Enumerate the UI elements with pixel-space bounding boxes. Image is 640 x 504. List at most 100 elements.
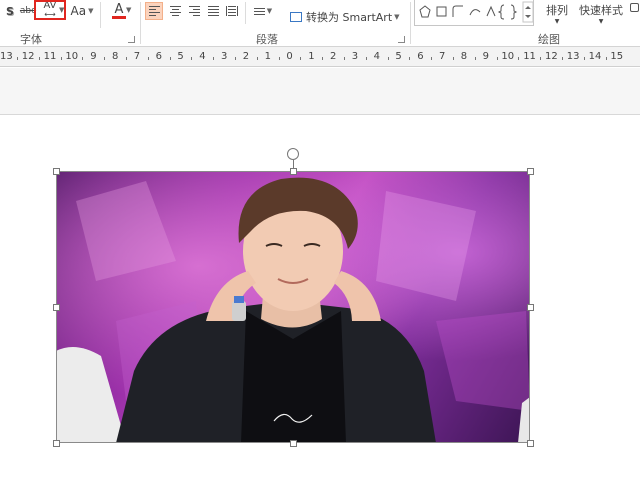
shapes-icon: [419, 1, 534, 23]
ruler-tick-label: 5: [395, 51, 402, 62]
ruler-tick-label: 6: [417, 51, 424, 62]
font-group-label: 字体: [20, 33, 42, 46]
divider: [100, 2, 101, 28]
distributed-icon: [226, 6, 238, 16]
ruler-tick-label: 9: [90, 51, 97, 62]
ruler-tick-label: 3: [351, 51, 359, 62]
ruler-minor-tick: [256, 57, 258, 60]
ruler-tick-label: 12: [21, 51, 35, 62]
paragraph-dialog-launcher-icon[interactable]: [398, 36, 405, 43]
ruler-tick-label: 8: [460, 51, 468, 62]
ruler-tick-label: 4: [199, 51, 206, 62]
ruler-minor-tick: [605, 57, 607, 60]
divider: [140, 2, 141, 44]
selection-frame: [56, 171, 530, 443]
ruler-minor-tick: [518, 57, 520, 60]
ruler-tick-label: 4: [373, 51, 380, 62]
resize-handle-top-center[interactable]: [290, 168, 297, 175]
ruler-minor-tick: [38, 57, 40, 60]
ruler-tick-label: 10: [65, 51, 79, 62]
resize-handle-bottom-center[interactable]: [290, 440, 297, 447]
arrange-label: 排列: [546, 3, 568, 17]
justify-button[interactable]: [204, 2, 222, 20]
ruler-minor-tick: [540, 57, 542, 60]
ruler-tick-label: 13: [566, 51, 580, 62]
quick-styles-button[interactable]: 快速样式 ▼: [576, 0, 626, 26]
ruler-minor-tick: [409, 57, 411, 60]
align-left-icon: [148, 6, 160, 16]
chevron-down-icon: ▼: [266, 7, 273, 15]
divider: [410, 2, 411, 44]
ruler-tick-label: 2: [242, 51, 250, 62]
ruler-minor-tick: [300, 57, 302, 60]
ruler-minor-tick: [322, 57, 324, 60]
ruler-minor-tick: [278, 57, 280, 60]
chevron-down-icon: ▼: [598, 17, 604, 25]
align-right-button[interactable]: [185, 2, 203, 20]
change-case-button[interactable]: Aa ▼: [68, 3, 96, 19]
ruler-tick-label: 10: [501, 51, 515, 62]
chevron-down-icon[interactable]: ▼: [126, 6, 131, 14]
resize-handle-top-left[interactable]: [53, 168, 60, 175]
ruler-minor-tick: [104, 57, 106, 60]
align-right-icon: [188, 6, 200, 16]
ruler-tick-label: 3: [221, 51, 228, 62]
ruler-tick-label: 0: [286, 51, 293, 62]
text-shadow-button[interactable]: S: [2, 3, 18, 19]
rotate-handle-icon[interactable]: [287, 148, 299, 160]
align-center-icon: [169, 6, 181, 16]
ruler-minor-tick: [82, 57, 84, 60]
resize-handle-bottom-left[interactable]: [53, 440, 60, 447]
ruler-minor-tick: [431, 57, 433, 60]
ruler-minor-tick: [147, 57, 149, 60]
convert-smartart-button[interactable]: 转换为 SmartArt ▼: [290, 8, 402, 26]
ruler-tick-label: 9: [482, 51, 489, 62]
ruler-tick-label: 8: [112, 51, 119, 62]
shape-fill-button[interactable]: [628, 1, 640, 13]
ruler-minor-tick: [452, 57, 454, 60]
ruler-tick-label: 1: [308, 51, 315, 62]
font-color-bar: [112, 16, 126, 19]
ruler-tick-label: 5: [177, 51, 184, 62]
columns-icon: [253, 7, 265, 15]
resize-handle-bottom-right[interactable]: [527, 440, 534, 447]
ruler-tick-label: 11: [523, 51, 536, 62]
font-dialog-launcher-icon[interactable]: [128, 36, 135, 43]
ruler-minor-tick: [16, 57, 18, 60]
ruler-minor-tick: [343, 57, 345, 60]
resize-handle-top-right[interactable]: [527, 168, 534, 175]
chevron-down-icon: ▼: [554, 17, 560, 25]
drawing-group-label: 绘图: [538, 33, 560, 46]
paint-bucket-icon: [629, 2, 639, 12]
ruler-minor-tick: [169, 57, 171, 60]
ruler-tick-label: 13: [0, 51, 13, 62]
font-color-glyph: A: [114, 2, 124, 17]
chevron-down-icon: ▼: [394, 13, 400, 21]
justify-icon: [207, 6, 219, 16]
quick-styles-label: 快速样式: [579, 3, 623, 17]
paragraph-group-label: 段落: [256, 33, 278, 46]
ruler-tick-label: 7: [439, 51, 446, 62]
resize-handle-middle-left[interactable]: [53, 304, 60, 311]
align-center-button[interactable]: [166, 2, 184, 20]
ruler-minor-tick: [125, 57, 127, 60]
highlight-frame: [34, 0, 66, 20]
resize-handle-middle-right[interactable]: [527, 304, 534, 311]
ruler-minor-tick: [387, 57, 389, 60]
ruler-tick-label: 6: [155, 51, 162, 62]
columns-button[interactable]: ▼: [250, 2, 276, 20]
ruler-minor-tick: [191, 57, 193, 60]
ruler-tick-label: 1: [264, 51, 271, 62]
shapes-gallery[interactable]: [414, 0, 534, 26]
change-case-glyph: Aa: [70, 4, 87, 18]
align-left-button[interactable]: [145, 2, 163, 20]
ruler-minor-tick: [60, 57, 62, 60]
ruler-minor-tick: [474, 57, 476, 60]
convert-smartart-label: 转换为 SmartArt: [306, 11, 393, 24]
ruler-tick-label: 14: [588, 51, 602, 62]
ruler-minor-tick: [583, 57, 585, 60]
distributed-button[interactable]: [223, 2, 241, 20]
chevron-down-icon: ▼: [88, 7, 94, 15]
arrange-button[interactable]: 排列 ▼: [542, 0, 572, 26]
ruler-minor-tick: [496, 57, 498, 60]
